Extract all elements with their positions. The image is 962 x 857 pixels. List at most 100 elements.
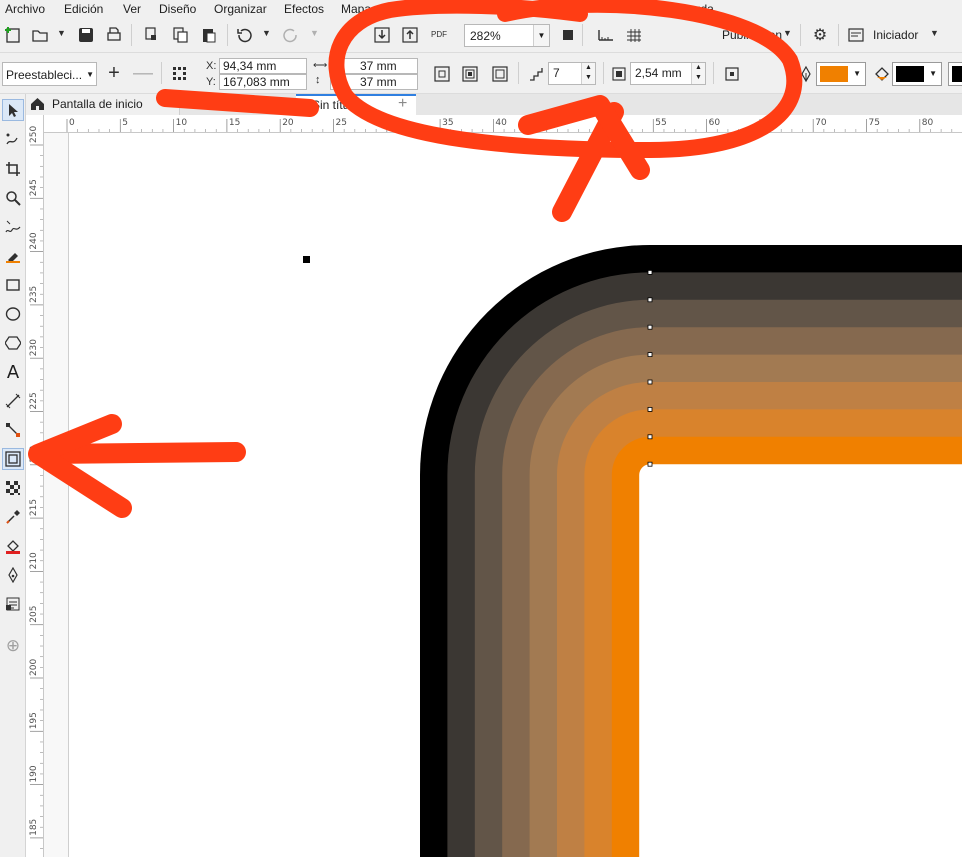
corner-style-icon[interactable] — [722, 64, 742, 84]
ruler-label: 0 — [69, 118, 75, 128]
object-origin-icon[interactable] — [170, 64, 190, 84]
extra-swatch[interactable] — [948, 62, 962, 86]
transparency-icon[interactable] — [2, 477, 24, 499]
menu-mapa[interactable]: Mapa — [341, 2, 371, 16]
x-position-value[interactable]: 94,34 mm — [223, 59, 276, 73]
full-screen-icon[interactable] — [558, 25, 578, 45]
preset-combo[interactable]: Preestableci... ▼ — [2, 62, 97, 86]
fill-artistic-icon[interactable] — [2, 244, 24, 266]
rulers-icon[interactable] — [596, 25, 616, 45]
redo-icon[interactable] — [281, 25, 301, 45]
ruler-label: 230 — [29, 339, 39, 356]
add-preset-icon[interactable]: + — [104, 62, 124, 84]
contour-offset-field[interactable]: 2,54 mm ▲ ▼ — [630, 62, 706, 85]
grid-icon[interactable] — [624, 25, 644, 45]
add-tab-icon[interactable]: + — [398, 95, 407, 113]
height-value[interactable]: 37 mm — [360, 75, 397, 89]
contour-steps-field[interactable]: 7 ▲ ▼ — [548, 62, 596, 85]
crop-icon[interactable] — [2, 158, 24, 180]
node-handle — [647, 461, 653, 467]
add-tool-icon[interactable]: ⊕ — [2, 635, 24, 657]
vertical-ruler[interactable]: 250 245 240 235 230 225 220 215 210 205 200 195 190 1… — [26, 115, 44, 857]
rectangle-icon[interactable] — [2, 274, 24, 296]
spin-arrows-icon[interactable]: ▲ ▼ — [581, 63, 595, 84]
ruler-label: 60 — [709, 118, 721, 128]
height-field[interactable]: 37 mm — [330, 74, 418, 90]
remove-preset-icon[interactable]: — — [133, 62, 153, 84]
menu-organizar[interactable]: Organizar — [214, 2, 267, 16]
smart-fill-icon[interactable] — [2, 593, 24, 615]
ellipse-icon[interactable] — [2, 303, 24, 325]
contour-steps-value[interactable]: 7 — [553, 66, 560, 80]
pen-outline-icon[interactable] — [2, 564, 24, 586]
ruler-label: 35 — [442, 118, 453, 128]
spin-arrows-icon[interactable]: ▲ ▼ — [691, 63, 705, 84]
menu-edicion[interactable]: Edición — [64, 2, 103, 16]
interactive-fill-icon[interactable] — [2, 535, 24, 557]
home-icon — [30, 97, 45, 114]
chevron-down-icon[interactable]: ▼ — [262, 28, 271, 38]
chevron-down-icon[interactable]: ▼ — [533, 25, 549, 46]
connector-icon[interactable] — [2, 419, 24, 441]
save-icon[interactable] — [76, 25, 96, 45]
cut-icon[interactable] — [142, 25, 162, 45]
new-document-icon[interactable] — [3, 25, 23, 45]
zoom-value[interactable]: 282% — [470, 29, 501, 43]
chevron-down-icon[interactable]: ▼ — [57, 28, 66, 38]
zoom-level-combo[interactable]: 282% ▼ — [464, 24, 550, 47]
import-icon[interactable] — [372, 25, 392, 45]
drawing-canvas[interactable] — [44, 133, 962, 857]
undo-icon[interactable] — [234, 25, 254, 45]
print-icon[interactable] — [104, 25, 124, 45]
open-folder-icon[interactable] — [30, 25, 50, 45]
contour-offset-value[interactable]: 2,54 mm — [635, 66, 682, 80]
export-icon[interactable] — [400, 25, 420, 45]
y-position-value[interactable]: 167,083 mm — [223, 75, 290, 89]
chevron-down-icon[interactable]: ▼ — [86, 70, 94, 79]
y-position-field[interactable]: 167,083 mm — [219, 74, 307, 90]
contour-center-icon[interactable] — [432, 64, 452, 84]
fill-color-picker[interactable]: ▼ — [816, 62, 866, 86]
publish-label[interactable]: Publicar en — [722, 28, 782, 42]
text-icon[interactable]: A — [2, 361, 24, 383]
dimension-icon[interactable] — [2, 390, 24, 412]
menu-efectos[interactable]: Efectos — [284, 2, 324, 16]
freehand-shape-icon[interactable] — [2, 129, 24, 151]
chevron-down-icon[interactable]: ▼ — [783, 28, 792, 38]
copy-icon[interactable] — [171, 25, 191, 45]
menu-diseno[interactable]: Diseño — [159, 2, 196, 16]
ruler-label: 75 — [869, 118, 880, 128]
contour-icon[interactable] — [2, 448, 24, 470]
contour-inside-icon[interactable] — [460, 64, 480, 84]
ruler-label: 245 — [29, 179, 39, 196]
chevron-down-icon[interactable]: ▼ — [853, 69, 861, 78]
zoom-icon[interactable] — [2, 187, 24, 209]
width-value[interactable]: 37 mm — [360, 59, 397, 73]
tab-home[interactable]: Pantalla de inicio — [26, 94, 180, 115]
x-position-field[interactable]: 94,34 mm — [219, 58, 307, 74]
paste-icon[interactable] — [199, 25, 219, 45]
launcher-icon[interactable] — [846, 25, 866, 45]
outline-pen-icon[interactable] — [796, 64, 816, 84]
pdf-export-icon[interactable]: PDF — [429, 25, 449, 45]
ruler-label: 15 — [229, 118, 240, 128]
width-field[interactable]: 37 mm — [330, 58, 418, 74]
gear-icon[interactable]: ⚙ — [810, 25, 830, 45]
eyedropper-icon[interactable] — [2, 506, 24, 528]
menu-ver[interactable]: Ver — [123, 2, 141, 16]
separator — [800, 24, 801, 46]
chevron-down-icon[interactable]: ▼ — [930, 28, 939, 38]
ruler-label: 65 — [762, 118, 773, 128]
fill-bucket-icon[interactable] — [872, 64, 892, 84]
chevron-down-icon[interactable]: ▼ — [929, 69, 937, 78]
menu-archivo[interactable]: Archivo — [5, 2, 45, 16]
launcher-label[interactable]: Iniciador — [873, 28, 918, 42]
contour-artwork[interactable] — [44, 133, 962, 857]
outline-color-picker[interactable]: ▼ — [892, 62, 942, 86]
polygon-icon[interactable] — [2, 332, 24, 354]
horizontal-ruler[interactable]: 0 5 10 15 20 25 30 35 40 45 50 55 60 65 70 75 80 — [44, 115, 962, 133]
curve-icon[interactable] — [2, 216, 24, 238]
menu-ayuda[interactable]: Ayuda — [680, 2, 714, 16]
pointer-icon[interactable] — [2, 99, 24, 121]
contour-outside-icon[interactable] — [490, 64, 510, 84]
